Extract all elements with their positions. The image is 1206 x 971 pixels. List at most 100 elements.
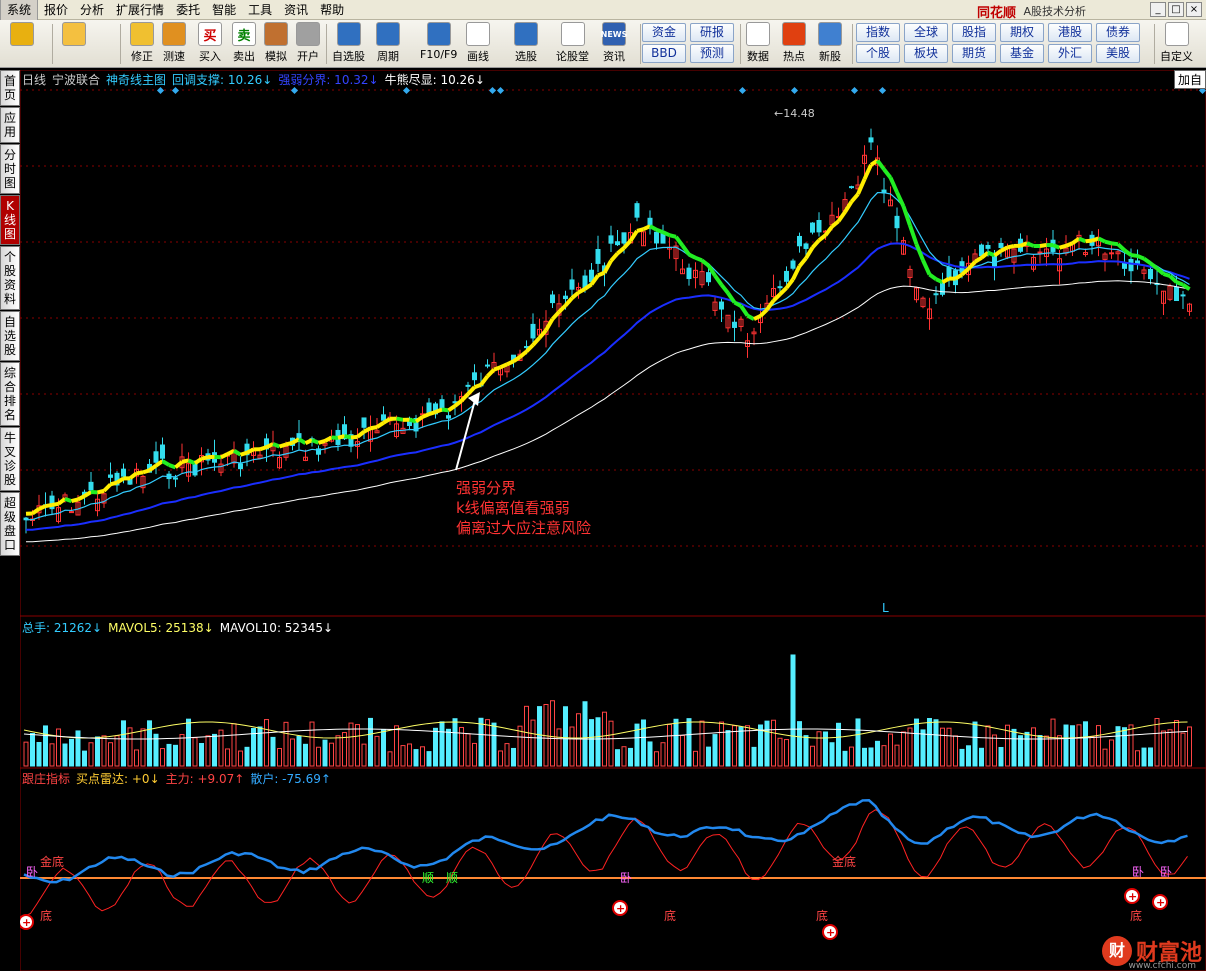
toolbar-cell[interactable]: 指数: [856, 23, 900, 42]
forum-button[interactable]: 论股堂: [556, 22, 589, 66]
volume-bar: [608, 720, 614, 767]
side-tab-5[interactable]: 自选股: [0, 311, 20, 361]
volume-bar: [1128, 724, 1134, 767]
candle-body: [797, 235, 802, 247]
legend-item: 牛熊尽显: 10.26↓: [384, 73, 485, 87]
volume-bar: [413, 749, 419, 767]
trend-segment: [466, 385, 476, 396]
toolbar-cell[interactable]: 美股: [1096, 44, 1140, 63]
news-button[interactable]: NEWS 资讯: [601, 22, 627, 66]
volume-bar: [108, 742, 113, 767]
volume-bar: [738, 726, 744, 767]
up-down-arrow-button[interactable]: 修正: [130, 22, 154, 66]
toolbar-cell[interactable]: 研报: [690, 23, 734, 42]
trend-segment: [174, 460, 184, 469]
toolbar-cell[interactable]: 债券: [1096, 23, 1140, 42]
volume-bar: [1083, 721, 1088, 767]
toolbar-cell[interactable]: 外汇: [1048, 44, 1092, 63]
minimize-button[interactable]: _: [1150, 2, 1166, 17]
close-button[interactable]: ×: [1186, 2, 1202, 17]
candle-body: [1128, 258, 1134, 272]
clock-button[interactable]: 测速: [162, 22, 186, 66]
trend-segment: [537, 328, 548, 340]
ipo-button[interactable]: 新股: [818, 22, 842, 66]
trend-segment: [337, 434, 346, 440]
toolbar-separator: [326, 24, 327, 64]
toolbar-cell[interactable]: 预测: [690, 44, 734, 63]
candle-body: [946, 266, 952, 279]
color-grid-button[interactable]: [10, 22, 34, 66]
menu-item-3[interactable]: 扩展行情: [110, 0, 170, 20]
trend-segment: [862, 163, 873, 180]
volume-bar: [199, 743, 204, 767]
menu-item-6[interactable]: 工具: [242, 0, 278, 20]
toolbar-cell[interactable]: 港股: [1048, 23, 1092, 42]
volume-bar: [1167, 729, 1173, 767]
add-to-watchlist-button[interactable]: 加自: [1173, 70, 1206, 89]
pencil-button[interactable]: 画线: [466, 22, 490, 66]
trend-segment: [71, 497, 79, 504]
trend-segment: [849, 192, 860, 204]
candle-body: [790, 260, 796, 269]
trend-segment: [441, 407, 449, 413]
trend-segment: [882, 168, 893, 179]
trend-segment: [609, 252, 620, 263]
menu-item-4[interactable]: 委托: [170, 0, 206, 20]
side-tab-7[interactable]: 牛叉诊股: [0, 427, 20, 491]
side-tab-3[interactable]: K线图: [0, 195, 20, 245]
trend-segment: [193, 457, 203, 465]
back-arrow-button[interactable]: [62, 22, 86, 66]
toolbar-cell[interactable]: 基金: [1000, 44, 1044, 63]
toolbar-cell[interactable]: 全球: [904, 23, 948, 42]
candle-body: [1109, 252, 1114, 255]
toolbar-label: 买入: [199, 50, 221, 63]
f10-button[interactable]: F10/F9: [420, 22, 457, 66]
hammer-button[interactable]: 模拟: [264, 22, 288, 66]
toolbar-separator: [740, 24, 741, 64]
trend-segment: [396, 416, 404, 422]
toolbar-label: 测速: [163, 50, 185, 63]
cycle-button[interactable]: 周期: [376, 22, 400, 66]
side-tab-8[interactable]: 超级盘口: [0, 492, 20, 556]
legend-item: 宁波联合: [52, 73, 101, 87]
toolbar-cell[interactable]: 资金: [642, 23, 686, 42]
volume-bar: [842, 750, 848, 767]
toolbar-cell[interactable]: 股指: [952, 23, 996, 42]
trend-segment: [941, 276, 950, 284]
customize-button[interactable]: 自定义: [1160, 22, 1193, 66]
volume-bar: [641, 719, 646, 767]
signal-diamond-icon: [790, 86, 799, 95]
candle-body: [238, 463, 243, 470]
select-stock-button[interactable]: 选股: [514, 22, 538, 66]
toolbar-cell[interactable]: 期权: [1000, 23, 1044, 42]
toolbar-cell[interactable]: 板块: [904, 44, 948, 63]
star-button[interactable]: 自选股: [332, 22, 365, 66]
toolbar-cell[interactable]: 个股: [856, 44, 900, 63]
trend-segment: [1091, 236, 1100, 243]
side-tab-1[interactable]: 应用: [0, 107, 20, 143]
side-tab-6[interactable]: 综合排名: [0, 362, 20, 426]
volume-bar: [894, 744, 900, 767]
menu-item-2[interactable]: 分析: [74, 0, 110, 20]
volume-bar: [875, 740, 880, 767]
side-tab-4[interactable]: 个股资料: [0, 246, 20, 310]
trend-segment: [1104, 239, 1113, 246]
menu-item-1[interactable]: 报价: [38, 0, 74, 20]
menu-item-7[interactable]: 资讯: [278, 0, 314, 20]
maximize-button[interactable]: □: [1168, 2, 1184, 17]
side-tab-0[interactable]: 首页: [0, 70, 20, 106]
buy-button[interactable]: 买买入: [198, 22, 222, 66]
trend-segment: [551, 310, 561, 321]
lock-button[interactable]: 开户: [296, 22, 320, 66]
menu-item-5[interactable]: 智能: [206, 0, 242, 20]
sell-button[interactable]: 卖卖出: [232, 22, 256, 66]
menu-item-0[interactable]: 系统: [0, 0, 39, 21]
menu-item-8[interactable]: 帮助: [314, 0, 350, 20]
volume-bar: [881, 745, 887, 767]
toolbar-cell[interactable]: BBD: [642, 44, 686, 63]
side-tab-2[interactable]: 分时图: [0, 144, 20, 194]
pe-button[interactable]: PE 数据: [746, 22, 770, 66]
hot-button[interactable]: 热点: [782, 22, 806, 66]
toolbar-cell[interactable]: 期货: [952, 44, 996, 63]
volume-bar: [914, 718, 919, 767]
